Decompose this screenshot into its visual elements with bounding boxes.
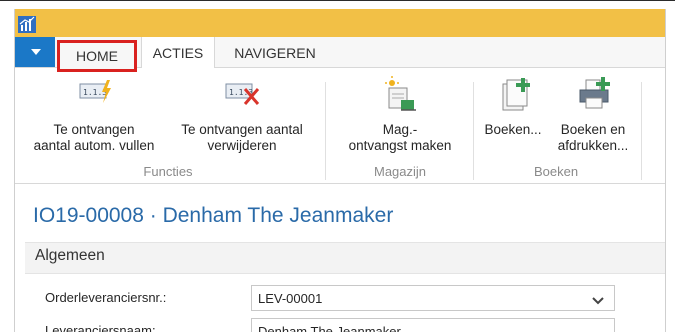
- vendor-name-value: Denham The Jeanmaker: [258, 324, 401, 332]
- post-print-label-2: afdrukken...: [557, 138, 629, 153]
- ribbon: 1.1.3 Te ontvangen aantal autom. vullen …: [15, 68, 665, 184]
- delete-qty-button[interactable]: 1.1.3 Te ontvangen aantal verwijderen: [167, 76, 317, 156]
- post-button[interactable]: Boeken...: [477, 76, 549, 156]
- ribbon-tab-bar: HOME ACTIES NAVIGEREN: [15, 37, 665, 72]
- app-window: HOME ACTIES NAVIGEREN 1.1.3 Te ontvangen…: [14, 9, 666, 332]
- vendor-name-field[interactable]: Denham The Jeanmaker: [251, 318, 615, 332]
- group-separator: [325, 82, 326, 180]
- vendor-no-value: LEV-00001: [258, 291, 323, 306]
- group-label-magazijn: Magazijn: [373, 164, 427, 179]
- top-border: [0, 0, 675, 1]
- post-print-button[interactable]: Boeken en afdrukken...: [551, 76, 635, 156]
- post-print-icon: [577, 76, 613, 116]
- delete-qty-label-2: verwijderen: [207, 138, 277, 153]
- tab-home[interactable]: HOME: [57, 40, 137, 72]
- group-label-functies: Functies: [143, 164, 193, 179]
- warehouse-receipt-label-2: ontvangst maken: [348, 138, 452, 153]
- vendor-no-field[interactable]: LEV-00001: [251, 285, 615, 311]
- chevron-down-icon: [31, 49, 41, 55]
- warehouse-receipt-icon: [383, 76, 417, 116]
- delete-quantity-icon: 1.1.3: [225, 80, 261, 110]
- tab-navigeren[interactable]: NAVIGEREN: [221, 37, 329, 67]
- warehouse-receipt-label-1: Mag.-: [382, 122, 418, 137]
- group-separator: [473, 82, 474, 180]
- title-bar: [15, 9, 665, 37]
- vendor-name-label: Leveranciersnaam:: [45, 323, 156, 332]
- auto-fill-qty-label-2: aantal autom. vullen: [33, 138, 155, 153]
- post-print-label-1: Boeken en: [560, 122, 626, 137]
- group-separator: [641, 82, 642, 180]
- auto-fill-qty-label-1: Te ontvangen: [53, 122, 135, 137]
- chevron-down-icon[interactable]: [592, 293, 604, 311]
- page-title: IO19-00008 · Denham The Jeanmaker: [33, 204, 394, 227]
- app-icon: [18, 16, 36, 33]
- post-icon: [501, 76, 533, 116]
- section-title: Algemeen: [35, 247, 105, 264]
- delete-qty-label-1: Te ontvangen aantal: [181, 122, 303, 137]
- group-label-boeken: Boeken: [533, 164, 579, 179]
- warehouse-receipt-button[interactable]: Mag.- ontvangst maken: [329, 76, 471, 156]
- fill-quantity-icon: 1.1.3: [79, 80, 113, 108]
- app-menu-button[interactable]: [15, 37, 55, 67]
- vendor-no-label: Orderleveranciersnr.:: [45, 290, 167, 305]
- auto-fill-qty-button[interactable]: 1.1.3 Te ontvangen aantal autom. vullen: [19, 76, 169, 156]
- section-header-algemeen[interactable]: Algemeen: [25, 242, 665, 274]
- tab-acties[interactable]: ACTIES: [141, 37, 215, 68]
- post-label: Boeken...: [484, 122, 542, 137]
